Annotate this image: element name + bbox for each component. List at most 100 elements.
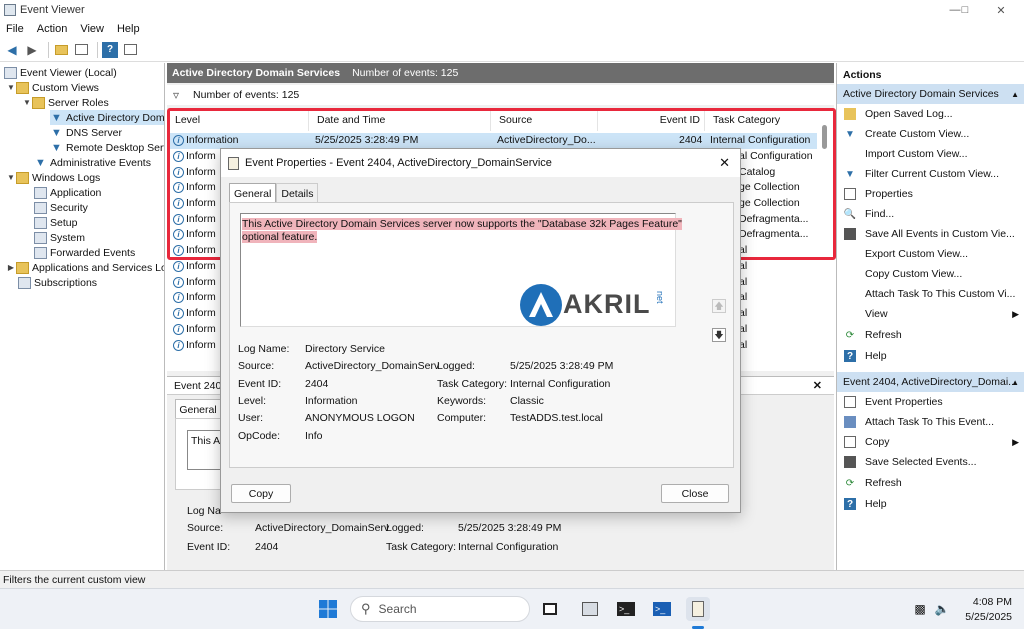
navigation-tree: Event Viewer (Local) ▼ Custom Views ▼ Serv…	[0, 63, 165, 570]
tree-item-application[interactable]: Application	[34, 185, 101, 200]
akril-logo: AKRIL net	[519, 279, 669, 331]
filter-icon: ▼	[51, 111, 62, 124]
task-view-icon[interactable]	[538, 597, 562, 621]
scroll-down-arrow-icon[interactable]: 🡇	[712, 328, 726, 342]
toolbar: ◀ ▶ ?	[0, 38, 1024, 62]
action-save-selected[interactable]: Save Selected Events...	[837, 452, 1024, 472]
folder-icon	[32, 96, 45, 109]
menu-action[interactable]: Action	[37, 23, 68, 35]
tree-item-ad-ds[interactable]: ▼ Active Directory Dom	[50, 110, 164, 125]
detail-source-label: Source:	[187, 522, 224, 534]
title-bar: Event Viewer — □ ✕	[0, 0, 1024, 20]
task-category-value: Internal Configuration	[510, 378, 611, 390]
action-properties[interactable]: Properties	[837, 184, 1024, 204]
akril-logo-mark	[520, 284, 562, 326]
detail-task-label: Task Category:	[386, 541, 457, 553]
status-bar: Filters the current custom view	[0, 570, 1024, 588]
back-arrow-icon[interactable]: ◀	[4, 42, 20, 58]
action-open-saved-log[interactable]: Open Saved Log...	[837, 104, 1024, 124]
properties-icon	[844, 396, 856, 408]
detail-task-value: Internal Configuration	[458, 541, 559, 553]
level-value: Information	[305, 395, 358, 407]
tree-item-server-roles[interactable]: ▼ Server Roles	[22, 95, 109, 110]
action-view[interactable]: View ▶	[837, 304, 1024, 324]
tree-item-apps-services[interactable]: ▶ Applications and Services Lo	[6, 260, 164, 275]
toolbar-divider	[48, 41, 49, 58]
help-icon[interactable]: ?	[102, 41, 118, 58]
tree-item-rds[interactable]: ▼ Remote Desktop Serv	[50, 140, 164, 155]
copy-button[interactable]: Copy	[231, 484, 291, 503]
action-help-event[interactable]: ? Help	[837, 494, 1024, 514]
status-text: Filters the current custom view	[3, 573, 146, 586]
tree-item-subscriptions[interactable]: Subscriptions	[18, 275, 97, 290]
chevron-down-icon[interactable]: ▼	[6, 83, 16, 92]
action-filter-custom-view[interactable]: ▼ Filter Current Custom View...	[837, 164, 1024, 184]
action-import-custom-view[interactable]: Import Custom View...	[837, 144, 1024, 164]
action-find[interactable]: 🔍 Find...	[837, 204, 1024, 224]
refresh-icon: ⟳	[845, 329, 855, 341]
event-viewer-taskbar-icon[interactable]	[686, 597, 710, 621]
action-event-properties[interactable]: Event Properties	[837, 392, 1024, 412]
terminal-icon[interactable]: >_	[614, 597, 638, 621]
detail-tab-general[interactable]: General	[175, 399, 221, 419]
source-value: ActiveDirectory_DomainServ	[305, 360, 440, 372]
tree-item-root[interactable]: Event Viewer (Local)	[4, 65, 117, 80]
save-icon	[844, 228, 856, 240]
close-icon[interactable]: ✕	[719, 155, 730, 171]
network-icon[interactable]: ▩	[912, 597, 928, 621]
log-icon	[34, 231, 47, 244]
action-refresh[interactable]: ⟳ Refresh	[837, 325, 1024, 345]
close-window-button[interactable]: ✕	[978, 0, 1024, 20]
filter-icon: ▿	[173, 88, 180, 102]
taskbar-search[interactable]: ⚲ Search	[350, 596, 530, 622]
clock[interactable]: 4:08 PM 5/25/2025	[962, 596, 1012, 623]
tree-item-dns[interactable]: ▼ DNS Server	[50, 125, 122, 140]
actions-section-log[interactable]: Active Directory Domain Services ▲	[837, 84, 1024, 104]
tree-item-forwarded[interactable]: Forwarded Events	[34, 245, 135, 260]
powershell-icon[interactable]: >_	[650, 597, 674, 621]
tab-details[interactable]: Details	[276, 183, 319, 203]
menu-help[interactable]: Help	[117, 23, 140, 35]
info-icon: i	[173, 307, 184, 319]
tree-item-custom-views[interactable]: ▼ Custom Views	[6, 80, 99, 95]
forward-arrow-icon[interactable]: ▶	[24, 42, 40, 58]
chevron-right-icon[interactable]: ▶	[6, 263, 16, 272]
log-title: Active Directory Domain Services	[172, 67, 341, 79]
log-icon	[34, 186, 47, 199]
close-icon[interactable]: ✕	[813, 379, 822, 392]
tree-item-windows-logs[interactable]: ▼ Windows Logs	[6, 170, 100, 185]
tree-item-admin-events[interactable]: ▼ Administrative Events	[34, 155, 151, 170]
action-copy-custom-view[interactable]: Copy Custom View...	[837, 264, 1024, 284]
action-create-custom-view[interactable]: ▼ Create Custom View...	[837, 124, 1024, 144]
action-copy[interactable]: Copy ▶	[837, 432, 1024, 452]
tree-item-system[interactable]: System	[34, 230, 85, 245]
opcode-label: OpCode:	[238, 430, 281, 442]
windows-start-icon[interactable]	[316, 597, 340, 621]
actions-section-event[interactable]: Event 2404, ActiveDirectory_Domai... ▲	[837, 372, 1024, 392]
tab-general[interactable]: General	[229, 183, 277, 203]
show-action-pane-icon[interactable]	[122, 42, 138, 58]
chevron-down-icon[interactable]: ▼	[22, 98, 32, 107]
opcode-value: Info	[305, 430, 323, 442]
action-help[interactable]: ? Help	[837, 346, 1024, 366]
close-button[interactable]: Close	[661, 484, 729, 503]
up-folder-icon[interactable]	[53, 42, 69, 58]
server-manager-icon[interactable]	[578, 597, 602, 621]
akril-logo-text: AKRIL	[563, 289, 651, 319]
speaker-icon[interactable]: 🔈	[934, 597, 950, 621]
log-icon	[34, 201, 47, 214]
scroll-up-arrow-icon[interactable]: 🡅	[712, 299, 726, 313]
tree-item-setup[interactable]: Setup	[34, 215, 77, 230]
filter-count: Number of events: 125	[193, 89, 300, 101]
subscriptions-icon	[18, 276, 31, 289]
action-export-custom-view[interactable]: Export Custom View...	[837, 244, 1024, 264]
show-hide-tree-icon[interactable]	[73, 42, 89, 58]
action-save-all-events[interactable]: Save All Events in Custom Vie...	[837, 224, 1024, 244]
menu-view[interactable]: View	[80, 23, 104, 35]
menu-file[interactable]: File	[6, 23, 24, 35]
action-attach-task-event[interactable]: Attach Task To This Event...	[837, 412, 1024, 432]
action-refresh-event[interactable]: ⟳ Refresh	[837, 473, 1024, 493]
chevron-down-icon[interactable]: ▼	[6, 173, 16, 182]
tree-item-security[interactable]: Security	[34, 200, 88, 215]
action-attach-task-custom-view[interactable]: Attach Task To This Custom Vi...	[837, 284, 1024, 304]
